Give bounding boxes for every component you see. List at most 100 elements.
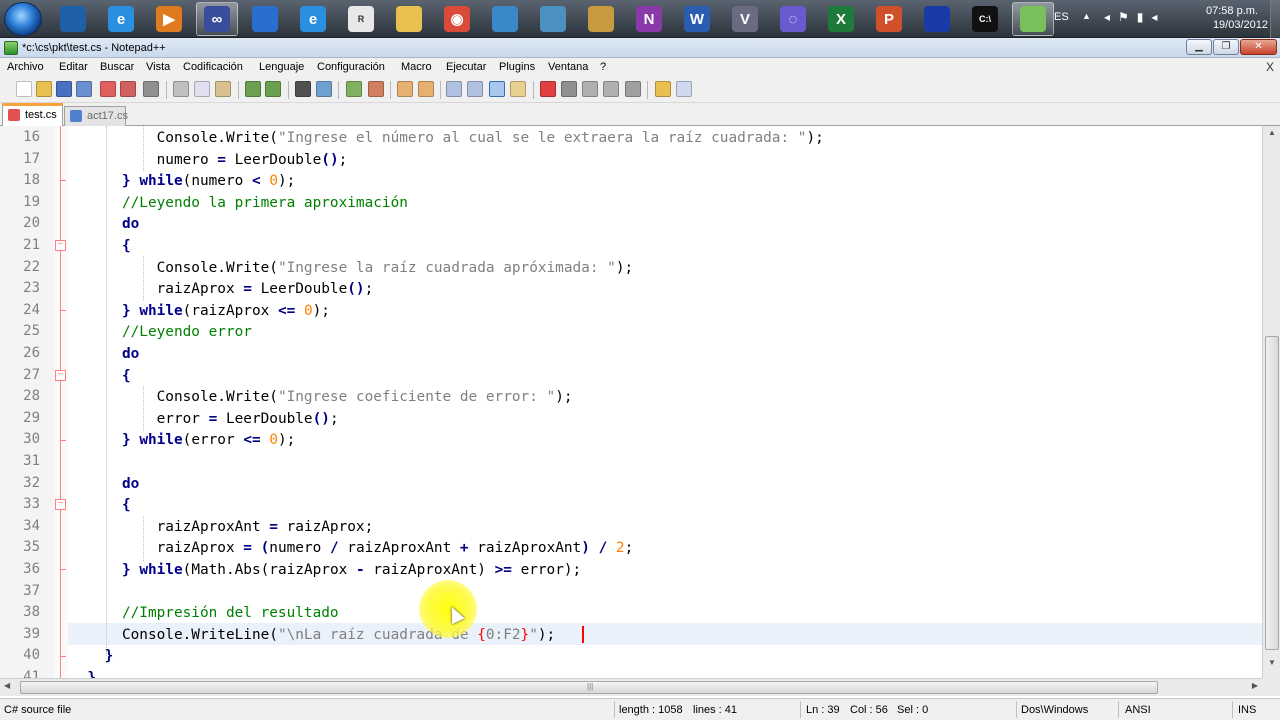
find-icon[interactable] [295, 81, 311, 97]
code-line-25[interactable]: //Leyendo error [70, 322, 252, 344]
line-number[interactable]: 34 [0, 518, 40, 534]
close-button[interactable]: ✕ [1240, 39, 1277, 55]
vertical-scroll-thumb[interactable] [1265, 336, 1279, 650]
taskbar-internet-explorer-2-button[interactable]: e [292, 2, 334, 36]
notepad-plus-plus-icon[interactable] [4, 41, 18, 55]
line-number[interactable]: 40 [0, 647, 40, 663]
zoom-out-icon[interactable] [368, 81, 384, 97]
new-file-icon[interactable] [16, 81, 32, 97]
taskbar-infinity-button[interactable]: ∞ [196, 2, 238, 36]
code-line-24[interactable]: } while(raizAprox <= 0); [70, 301, 330, 323]
line-number[interactable]: 28 [0, 388, 40, 404]
menu-macro[interactable]: Macro [401, 61, 432, 73]
taskbar-remote-button[interactable] [532, 2, 574, 36]
taskbar-excel-button[interactable]: X [820, 2, 862, 36]
code-line-22[interactable]: Console.Write("Ingrese la raíz cuadrada … [70, 258, 634, 280]
show-desktop-button[interactable] [1270, 0, 1280, 38]
fold-toggle-icon[interactable]: − [55, 499, 66, 510]
play-macro-icon[interactable] [582, 81, 598, 97]
line-number[interactable]: 30 [0, 431, 40, 447]
horizontal-scrollbar[interactable]: ◀ ||| ▶ [0, 678, 1262, 696]
code-line-40[interactable]: } [70, 646, 114, 668]
code-line-38[interactable]: //Impresión del resultado [70, 603, 339, 625]
clock-time[interactable]: 07:58 p.m. [1206, 4, 1258, 18]
code-line-32[interactable]: do [70, 474, 139, 496]
line-number[interactable]: 25 [0, 323, 40, 339]
save-macro-icon[interactable] [625, 81, 641, 97]
line-number[interactable]: 41 [0, 669, 40, 678]
line-number[interactable]: 18 [0, 172, 40, 188]
line-number[interactable]: 33 [0, 496, 40, 512]
code-line-19[interactable]: //Leyendo la primera aproximación [70, 193, 408, 215]
fold-toggle-icon[interactable]: − [55, 240, 66, 251]
menu-codificacion[interactable]: Codificación [183, 61, 243, 73]
scroll-right-icon[interactable]: ▶ [1252, 681, 1258, 690]
plugin-icon[interactable] [655, 81, 671, 97]
vertical-scrollbar[interactable]: ▲ ▼ [1262, 126, 1280, 678]
line-number[interactable]: 23 [0, 280, 40, 296]
minimize-button[interactable]: ▁ [1186, 39, 1212, 55]
scroll-up-icon[interactable]: ▲ [1265, 128, 1279, 142]
horizontal-scroll-thumb[interactable]: ||| [20, 681, 1158, 694]
code-line-27[interactable]: { [70, 366, 131, 388]
line-number[interactable]: 27 [0, 367, 40, 383]
close-all-icon[interactable] [120, 81, 136, 97]
word-wrap-icon[interactable] [446, 81, 462, 97]
taskbar-media-center-button[interactable] [52, 2, 94, 36]
open-file-icon[interactable] [36, 81, 52, 97]
close-icon[interactable] [100, 81, 116, 97]
save-all-icon[interactable] [76, 81, 92, 97]
line-number[interactable]: 26 [0, 345, 40, 361]
taskbar-paint-button[interactable] [580, 2, 622, 36]
taskbar-media-player-button[interactable]: ▶ [148, 2, 190, 36]
menu-vista[interactable]: Vista [146, 61, 170, 73]
tray-expand-icon[interactable]: ▲ [1082, 11, 1091, 21]
line-number[interactable]: 16 [0, 129, 40, 145]
code-line-20[interactable]: do [70, 214, 139, 236]
line-number[interactable]: 36 [0, 561, 40, 577]
code-line-31[interactable] [70, 452, 79, 474]
line-number[interactable]: 31 [0, 453, 40, 469]
taskbar-internet-explorer-button[interactable]: e [100, 2, 142, 36]
scroll-left-icon[interactable]: ◀ [4, 681, 10, 690]
code-editor[interactable]: 16 17 18 19 20 21 22 23 24 25 26 27 28 29 30 31 32 33 34 35… [0, 126, 1262, 678]
print-icon[interactable] [143, 81, 159, 97]
taskbar-geogebra-button[interactable]: ◌ [772, 2, 814, 36]
sync-horizontal-icon[interactable] [418, 81, 434, 97]
menu-editar[interactable]: Editar [59, 61, 88, 73]
paste-icon[interactable] [215, 81, 231, 97]
menu-lenguaje[interactable]: Lenguaje [259, 61, 304, 73]
line-number[interactable]: 29 [0, 410, 40, 426]
line-number[interactable]: 24 [0, 302, 40, 318]
save-icon[interactable] [56, 81, 72, 97]
record-macro-icon[interactable] [540, 81, 556, 97]
code-line-18[interactable]: } while(numero < 0); [70, 171, 295, 193]
user-language-icon[interactable] [510, 81, 526, 97]
taskbar-app-blue-button[interactable] [916, 2, 958, 36]
code-line-39[interactable]: Console.WriteLine("\nLa raíz cuadrada de… [70, 625, 555, 647]
code-line-23[interactable]: raizAprox = LeerDouble(); [70, 279, 374, 301]
taskbar-terminal-button[interactable]: C:\ [964, 2, 1006, 36]
menu-ejecutar[interactable]: Ejecutar [446, 61, 486, 73]
spell-check-icon[interactable] [676, 81, 692, 97]
zoom-in-icon[interactable] [346, 81, 362, 97]
menu-help[interactable]: ? [600, 61, 606, 73]
line-number[interactable]: 17 [0, 151, 40, 167]
clock-date[interactable]: 19/03/2012 [1213, 19, 1268, 31]
tray-status-icons[interactable]: ◂⚑▮◂ [1104, 10, 1165, 24]
taskbar-rom-button[interactable]: R [340, 2, 382, 36]
menu-ventana[interactable]: Ventana [548, 61, 588, 73]
taskbar-powerpoint-button[interactable]: P [868, 2, 910, 36]
taskbar-window-button[interactable] [244, 2, 286, 36]
taskbar-chrome-button[interactable]: ◉ [436, 2, 478, 36]
start-button[interactable] [4, 2, 42, 36]
replace-icon[interactable] [316, 81, 332, 97]
code-line-35[interactable]: raizAprox = (numero / raizAproxAnt + rai… [70, 538, 634, 560]
code-line-29[interactable]: error = LeerDouble(); [70, 409, 339, 431]
fold-toggle-icon[interactable]: − [55, 370, 66, 381]
run-macro-multiple-icon[interactable] [603, 81, 619, 97]
sync-vertical-icon[interactable] [397, 81, 413, 97]
line-number[interactable]: 20 [0, 215, 40, 231]
taskbar-onenote-button[interactable]: N [628, 2, 670, 36]
indent-guide-icon[interactable] [489, 81, 505, 97]
